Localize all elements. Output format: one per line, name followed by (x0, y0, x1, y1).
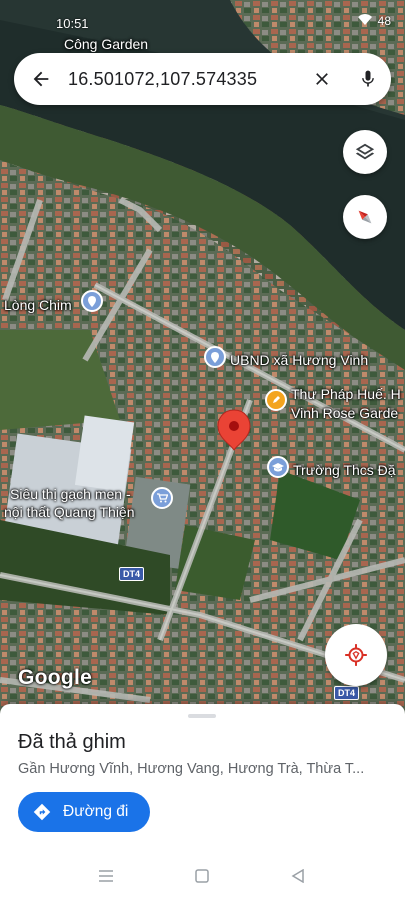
map-label-thu-phap-hue[interactable]: Thư Pháp Huế. H (291, 385, 401, 403)
compass-button[interactable] (343, 195, 387, 239)
location-target-icon (345, 644, 367, 666)
back-triangle-icon (291, 869, 304, 883)
status-icons: 48 (357, 14, 391, 28)
back-nav-button[interactable] (286, 864, 310, 888)
map-label-vinh-rose-garden[interactable]: Vinh Rose Garde (291, 404, 398, 422)
directions-icon (33, 803, 51, 821)
road-badge-dt4: DT4 (119, 567, 145, 581)
menu-nav-button[interactable] (94, 864, 118, 888)
system-nav-bar (0, 852, 405, 900)
pen-poi-icon[interactable] (265, 389, 287, 411)
map-label-long-chim[interactable]: Lòng Chim (4, 296, 72, 314)
voice-search-button[interactable] (345, 53, 391, 105)
my-location-button[interactable] (325, 624, 387, 686)
compass-icon (358, 210, 372, 224)
home-square-icon (195, 869, 209, 883)
wifi-icon (357, 14, 372, 28)
search-bar[interactable]: 16.501072,107.574335 (14, 53, 391, 105)
status-time: 10:51 (56, 16, 89, 31)
back-button[interactable] (14, 53, 68, 105)
search-query[interactable]: 16.501072,107.574335 (68, 69, 299, 90)
directions-label: Đường đi (63, 803, 129, 820)
map-label-sieu-thi-gach-men[interactable]: Siêu thị gạch men - (10, 485, 131, 503)
sheet-address: Gần Hương Vĩnh, Hương Vang, Hương Trà, T… (18, 761, 365, 777)
poi-marker-icon[interactable] (81, 290, 103, 312)
map-label-noi-that-quang-thien[interactable]: nội thất Quang Thiện (4, 503, 135, 521)
map-label-ubnd[interactable]: UBND xã Hương Vinh (230, 351, 368, 369)
close-icon (316, 73, 328, 85)
shopping-cart-icon[interactable] (151, 487, 173, 509)
satellite-map[interactable]: 10:51 48 Công Garden 16.501072,107.57433… (0, 0, 405, 712)
battery-level: 48 (377, 14, 391, 28)
poi-marker-icon[interactable] (204, 346, 226, 368)
layers-button[interactable] (343, 130, 387, 174)
menu-icon (99, 870, 113, 882)
microphone-icon (362, 70, 374, 87)
google-attribution: Google (18, 666, 93, 689)
clear-button[interactable] (299, 53, 345, 105)
home-nav-button[interactable] (190, 864, 214, 888)
sheet-title: Đã thả ghim (18, 731, 126, 753)
layers-icon (355, 143, 375, 160)
maps-screen: 10:51 48 Công Garden 16.501072,107.57433… (0, 0, 405, 900)
road-badge-dt4-lower: DT4 (334, 686, 360, 700)
map-label-cong-garden[interactable]: Công Garden (64, 36, 148, 52)
school-icon[interactable] (267, 456, 289, 478)
map-label-truong-thcs[interactable]: Trường Thcs Đặ (293, 461, 396, 479)
directions-button[interactable]: Đường đi (18, 792, 150, 832)
arrow-left-icon (33, 71, 49, 87)
sheet-drag-handle[interactable] (188, 714, 216, 718)
